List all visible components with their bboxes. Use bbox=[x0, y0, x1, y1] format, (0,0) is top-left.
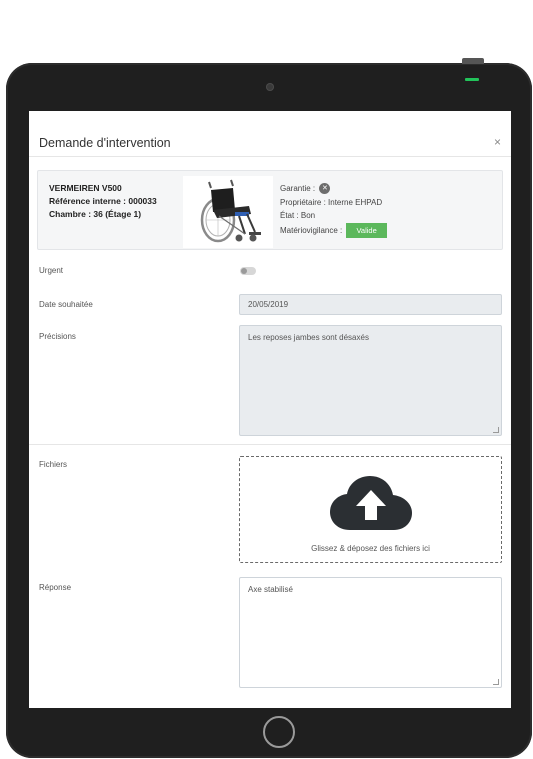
garantie-row: Garantie : ✕ bbox=[280, 182, 387, 196]
section-divider bbox=[29, 444, 511, 445]
wheelchair-image bbox=[183, 176, 273, 248]
materiovigilance-label: Matériovigilance : bbox=[280, 225, 343, 235]
modal-header: Demande d'intervention × bbox=[29, 111, 511, 157]
proprietaire-row: Propriétaire : Interne EHPAD bbox=[280, 197, 383, 207]
urgent-label: Urgent bbox=[39, 266, 64, 275]
power-button bbox=[462, 58, 484, 64]
equipment-card: VERMEIREN V500 Référence interne : 00003… bbox=[37, 170, 503, 250]
equipment-info: VERMEIREN V500 Référence interne : 00003… bbox=[49, 182, 157, 221]
modal-title: Demande d'intervention bbox=[39, 136, 171, 150]
resize-handle-icon[interactable] bbox=[493, 679, 499, 685]
equipment-room: Chambre : 36 (Étage 1) bbox=[49, 209, 142, 219]
date-label: Date souhaitée bbox=[39, 300, 93, 309]
status-badge: Valide bbox=[346, 222, 387, 238]
etat-row: État : Bon bbox=[280, 211, 316, 220]
status-led bbox=[465, 78, 479, 81]
front-camera bbox=[266, 83, 274, 91]
materiovigilance-row: Matériovigilance : Valide bbox=[280, 222, 387, 238]
dropzone-text: Glissez & déposez des fichiers ici bbox=[311, 544, 430, 553]
reponse-text: Axe stabilisé bbox=[248, 585, 293, 594]
date-field[interactable]: 20/05/2019 bbox=[239, 294, 502, 315]
precisions-textarea[interactable]: Les reposes jambes sont désaxés bbox=[239, 325, 502, 436]
x-circle-icon: ✕ bbox=[319, 183, 331, 195]
equipment-reference: Référence interne : 000033 bbox=[49, 196, 157, 206]
home-button[interactable] bbox=[263, 716, 295, 748]
screen: Demande d'intervention × VERMEIREN V500 … bbox=[29, 111, 511, 708]
garantie-label: Garantie : bbox=[280, 184, 316, 193]
cloud-upload-icon bbox=[330, 476, 412, 530]
resize-handle-icon[interactable] bbox=[493, 427, 499, 433]
reponse-textarea[interactable]: Axe stabilisé bbox=[239, 577, 502, 688]
precisions-label: Précisions bbox=[39, 332, 76, 341]
precisions-text: Les reposes jambes sont désaxés bbox=[248, 333, 369, 342]
close-button[interactable]: × bbox=[494, 135, 501, 149]
equipment-name: VERMEIREN V500 bbox=[49, 183, 122, 193]
fichiers-label: Fichiers bbox=[39, 460, 68, 469]
equipment-details: Garantie : ✕ Propriétaire : Interne EHPA… bbox=[280, 182, 387, 238]
urgent-toggle[interactable] bbox=[240, 267, 256, 275]
file-dropzone[interactable]: Glissez & déposez des fichiers ici bbox=[239, 456, 502, 563]
reponse-label: Réponse bbox=[39, 583, 72, 592]
